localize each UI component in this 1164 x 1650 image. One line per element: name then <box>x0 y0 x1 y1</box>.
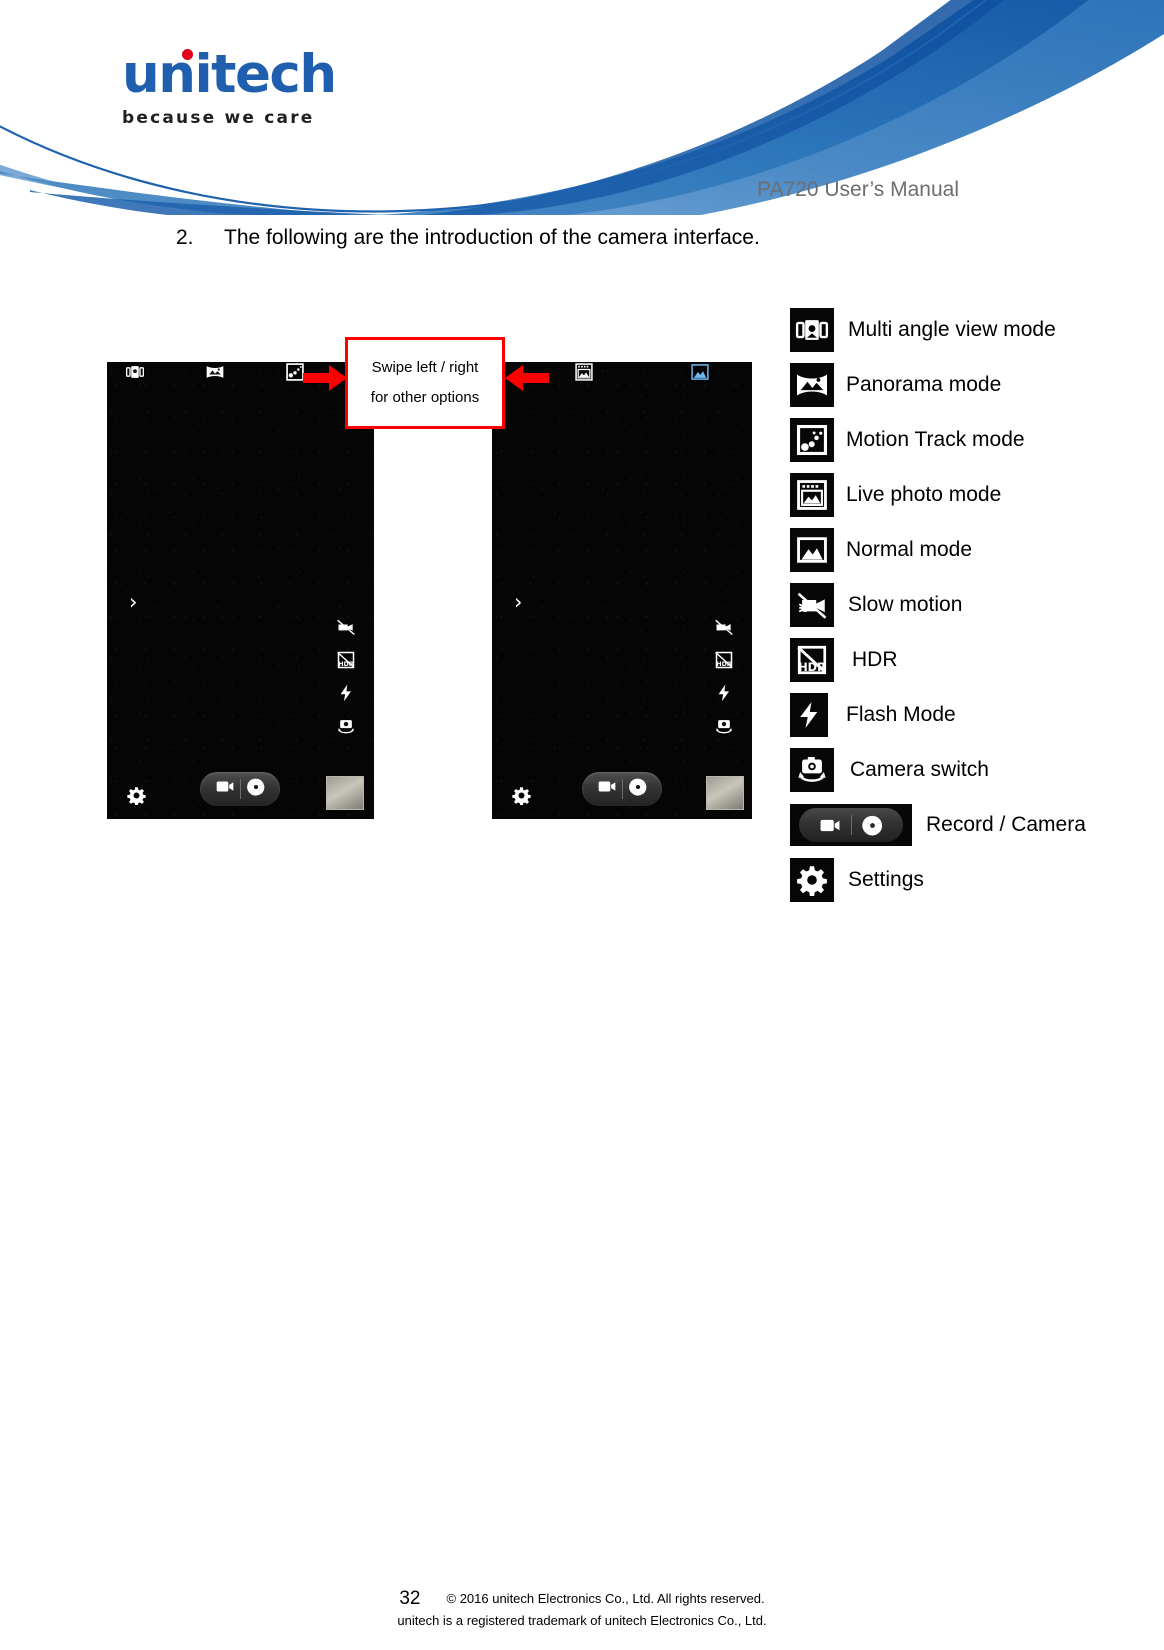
arrow-left-pointing-icon <box>505 364 549 392</box>
panorama-icon <box>790 363 834 407</box>
legend-label: Settings <box>848 868 924 891</box>
legend-item-hdr: HDR HDR <box>790 638 1164 682</box>
step-text: The following are the introduction of th… <box>224 226 760 249</box>
unitech-logo: unitech because we care <box>122 48 352 128</box>
normal-mode-icon[interactable] <box>690 362 710 382</box>
page-header: unitech because we care PA720 User’s Man… <box>0 0 1164 215</box>
expand-chevron-right[interactable]: › <box>514 592 522 613</box>
flash-icon[interactable] <box>714 683 734 703</box>
step-number: 2. <box>176 226 194 249</box>
normal-mode-icon <box>790 528 834 572</box>
camera-preview-left: › HDR <box>107 362 374 819</box>
icon-legend-list: Multi angle view mode Panorama mode Moti… <box>790 308 1164 913</box>
gear-icon-left[interactable] <box>127 786 146 806</box>
copyright-text: © 2016 unitech Electronics Co., Ltd. All… <box>446 1591 765 1606</box>
legend-label: HDR <box>852 648 898 671</box>
slow-motion-icon <box>790 583 834 627</box>
svg-text:HDR: HDR <box>798 660 826 674</box>
shutter-icon[interactable] <box>246 777 266 802</box>
legend-item-motion-track: Motion Track mode <box>790 418 1164 462</box>
callout-line-2: for other options <box>370 389 480 406</box>
camera-switch-icon <box>790 748 834 792</box>
legend-label: Live photo mode <box>846 483 1002 506</box>
hdr-icon: HDR <box>790 638 834 682</box>
panorama-icon[interactable] <box>205 362 225 382</box>
live-photo-icon[interactable] <box>574 362 594 382</box>
pill-divider <box>621 779 623 799</box>
legend-item-flash-mode: Flash Mode <box>790 693 1164 737</box>
pill-divider <box>239 779 241 799</box>
gear-icon <box>790 858 834 902</box>
legend-item-settings: Settings <box>790 858 1164 902</box>
record-camera-toggle-right[interactable] <box>582 772 662 806</box>
trademark-text: unitech is a registered trademark of uni… <box>397 1613 767 1628</box>
motion-track-icon <box>790 418 834 462</box>
record-icon <box>820 819 840 831</box>
record-camera-toggle-left[interactable] <box>200 772 280 806</box>
swipe-hint-callout: Swipe left / right for other options <box>345 337 505 429</box>
legend-item-record-camera: Record / Camera <box>790 803 1164 847</box>
shutter-icon <box>862 815 883 835</box>
multi-angle-view-icon[interactable] <box>125 362 145 382</box>
legend-label: Normal mode <box>846 538 973 561</box>
camera-preview-right: › HDR <box>492 362 752 819</box>
legend-item-camera-switch: Camera switch <box>790 748 1164 792</box>
legend-label: Motion Track mode <box>846 428 1025 451</box>
legend-item-live-photo: Live photo mode <box>790 473 1164 517</box>
legend-label: Multi angle view mode <box>848 318 1056 341</box>
camera-switch-icon[interactable] <box>336 716 356 736</box>
legend-label: Camera switch <box>850 758 989 781</box>
page-number: 32 <box>399 1588 421 1609</box>
legend-item-slow-motion: Slow motion <box>790 583 1164 627</box>
legend-item-normal-mode: Normal mode <box>790 528 1164 572</box>
page-footer: 32 © 2016 unitech Electronics Co., Ltd. A… <box>0 1588 1164 1628</box>
hdr-off-icon[interactable]: HDR <box>336 650 356 670</box>
step-instruction: 2. The following are the introduction of … <box>176 226 760 250</box>
multi-angle-view-icon <box>790 308 834 352</box>
flash-icon <box>790 693 828 737</box>
legend-label: Panorama mode <box>846 373 1002 396</box>
legend-label: Flash Mode <box>846 703 956 726</box>
legend-item-panorama: Panorama mode <box>790 363 1164 407</box>
arrow-right-pointing-icon <box>303 364 347 392</box>
shutter-icon[interactable] <box>628 777 648 802</box>
footer-copyright-line: 32 © 2016 unitech Electronics Co., Ltd. A… <box>0 1588 1164 1610</box>
logo-tagline: because we care <box>122 108 315 128</box>
manual-title: PA720 User’s Manual <box>757 178 959 201</box>
expand-chevron-left[interactable]: › <box>129 592 137 613</box>
legend-label: Record / Camera <box>926 813 1086 836</box>
motion-track-icon[interactable] <box>285 362 305 382</box>
slow-motion-off-icon[interactable] <box>336 617 356 637</box>
camera-switch-icon[interactable] <box>714 716 734 736</box>
gallery-thumbnail-right[interactable] <box>706 776 744 810</box>
callout-line-1: Swipe left / right <box>371 359 479 376</box>
legend-item-multi-angle-view: Multi angle view mode <box>790 308 1164 352</box>
logo-red-dot <box>182 49 193 60</box>
legend-label: Slow motion <box>848 593 963 616</box>
record-camera-icon <box>790 804 912 846</box>
record-icon[interactable] <box>597 779 617 799</box>
live-photo-icon <box>790 473 834 517</box>
gear-icon-right[interactable] <box>512 786 531 806</box>
flash-icon[interactable] <box>336 683 356 703</box>
slow-motion-off-icon[interactable] <box>714 617 734 637</box>
hdr-off-icon[interactable]: HDR <box>714 650 734 670</box>
logo-wordmark: unitech <box>122 44 337 105</box>
gallery-thumbnail-left[interactable] <box>326 776 364 810</box>
record-icon[interactable] <box>215 779 235 799</box>
